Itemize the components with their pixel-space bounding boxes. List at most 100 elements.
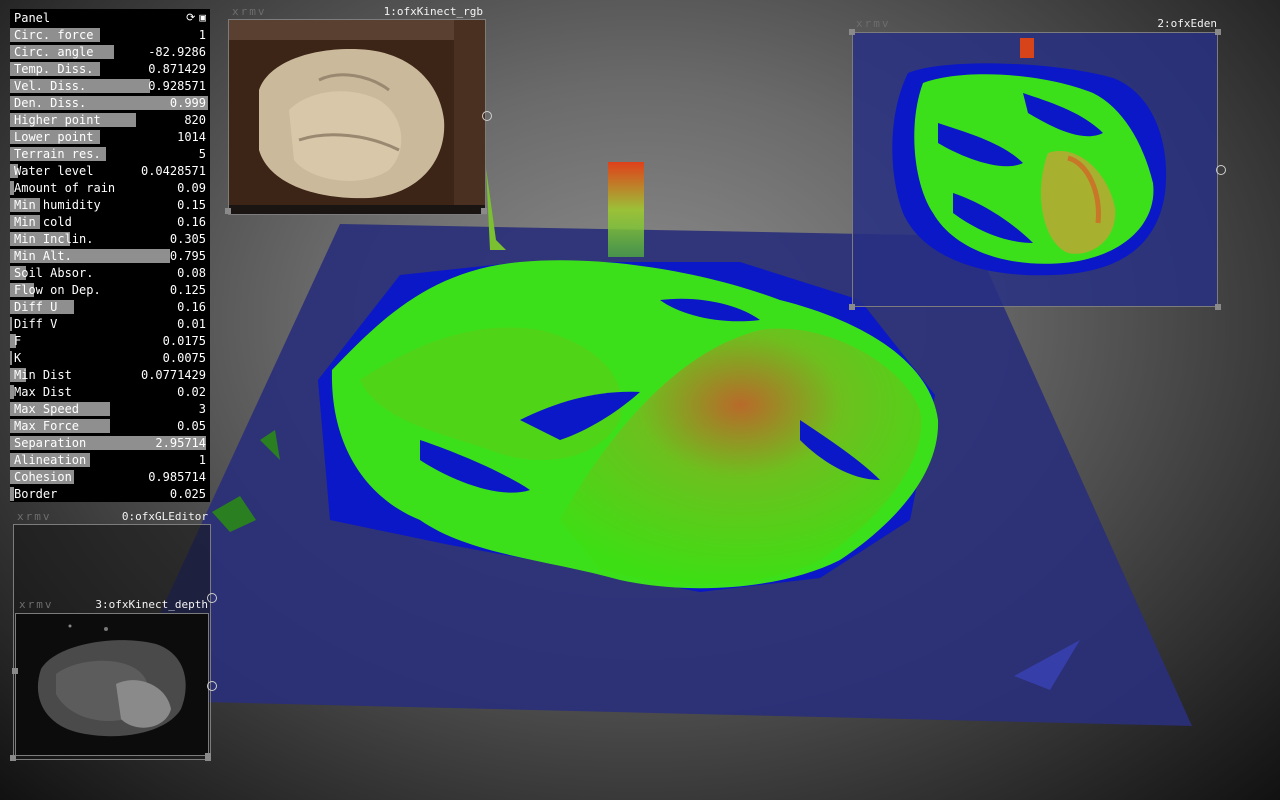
window-titlebar[interactable]: xrmv 2:ofxEden	[852, 17, 1220, 31]
refresh-icon[interactable]: ⟳	[186, 11, 195, 24]
slider-value: 0.999	[169, 96, 206, 110]
window-controls[interactable]: xrmv	[15, 598, 54, 612]
slider-label: Soil Absor.	[14, 266, 94, 280]
slider-row[interactable]: Border 0.025	[10, 485, 210, 502]
resize-handle[interactable]	[1215, 304, 1221, 310]
slider-label: Max Force	[14, 419, 80, 433]
window-title: 2:ofxEden	[1157, 17, 1217, 30]
slider-label: Separation	[14, 436, 87, 450]
window-controls[interactable]: xrmv	[852, 17, 891, 31]
slider-row[interactable]: Higher point 820	[10, 111, 210, 128]
slider-value: 1	[198, 28, 206, 42]
slider-row[interactable]: Terrain res. 5	[10, 145, 210, 162]
window-titlebar[interactable]: xrmv 3:ofxKinect_depth	[15, 598, 211, 612]
slider-row[interactable]: Diff U 0.16	[10, 298, 210, 315]
window-title: 1:ofxKinect_rgb	[383, 5, 483, 18]
slider-row[interactable]: Diff V 0.01	[10, 315, 210, 332]
window-titlebar[interactable]: xrmv 1:ofxKinect_rgb	[228, 5, 486, 19]
slider-value: -82.9286	[148, 45, 206, 59]
resize-handle[interactable]	[849, 304, 855, 310]
slider-row[interactable]: Amount of rain 0.09	[10, 179, 210, 196]
slider-value: 0.09	[177, 181, 206, 195]
resize-handle[interactable]	[12, 668, 18, 674]
kinect-rgb-window[interactable]: xrmv 1:ofxKinect_rgb	[225, 5, 492, 215]
slider-label: Higher point	[14, 113, 101, 127]
slider-value: 0.0075	[162, 351, 206, 365]
connector-node[interactable]	[1216, 165, 1226, 175]
slider-value: 1014	[177, 130, 206, 144]
slider-row[interactable]: Den. Diss. 0.999	[10, 94, 210, 111]
resize-handle[interactable]	[481, 208, 487, 214]
slider-value: 0.871429	[148, 62, 206, 76]
slider-row[interactable]: Min Alt. 0.795	[10, 247, 210, 264]
eden-window[interactable]: xrmv 2:ofxEden	[849, 17, 1226, 310]
slider-row[interactable]: Min Inclin. 0.305	[10, 230, 210, 247]
slider-label: Min humidity	[14, 198, 101, 212]
kinect-depth-image	[16, 614, 208, 755]
slider-row[interactable]: K 0.0075	[10, 349, 210, 366]
resize-handle[interactable]	[205, 753, 211, 759]
slider-fill[interactable]	[10, 317, 12, 331]
window-controls[interactable]: xrmv	[13, 510, 52, 524]
slider-label: Temp. Diss.	[14, 62, 94, 76]
slider-value: 5	[198, 147, 206, 161]
slider-value: 0.985714	[148, 470, 206, 484]
slider-label: K	[14, 351, 22, 365]
slider-row[interactable]: Water level 0.0428571	[10, 162, 210, 179]
connector-node[interactable]	[207, 681, 217, 691]
slider-row[interactable]: Max Dist 0.02	[10, 383, 210, 400]
slider-row[interactable]: Alineation 1	[10, 451, 210, 468]
slider-value: 0.0771429	[140, 368, 206, 382]
slider-value: 0.01	[177, 317, 206, 331]
slider-label: Water level	[14, 164, 94, 178]
slider-row[interactable]: Flow on Dep. 0.125	[10, 281, 210, 298]
parameter-panel: Panel ⟳ ▣ Circ. force 1 Circ. angle -82.928…	[10, 9, 210, 502]
slider-row[interactable]: Temp. Diss. 0.871429	[10, 60, 210, 77]
slider-row[interactable]: Max Speed 3	[10, 400, 210, 417]
resize-handle[interactable]	[225, 208, 231, 214]
slider-row[interactable]: Circ. force 1	[10, 26, 210, 43]
slider-row[interactable]: Min cold 0.16	[10, 213, 210, 230]
slider-row[interactable]: Soil Absor. 0.08	[10, 264, 210, 281]
slider-fill[interactable]	[10, 351, 12, 365]
slider-row[interactable]: Cohesion 0.985714	[10, 468, 210, 485]
slider-label: Amount of rain	[14, 181, 116, 195]
resize-handle[interactable]	[1215, 29, 1221, 35]
slider-label: Min Inclin.	[14, 232, 94, 246]
kinect-rgb-image	[229, 20, 485, 214]
slider-label: Den. Diss.	[14, 96, 87, 110]
kinect-depth-window[interactable]: xrmv 3:ofxKinect_depth	[12, 598, 217, 760]
slider-row[interactable]: Vel. Diss. 0.928571	[10, 77, 210, 94]
slider-row[interactable]: Min humidity 0.15	[10, 196, 210, 213]
eden-map	[892, 38, 1167, 276]
slider-value: 0.0428571	[140, 164, 206, 178]
resize-handle[interactable]	[849, 29, 855, 35]
save-icon[interactable]: ▣	[199, 11, 206, 24]
slider-label: Min Alt.	[14, 249, 72, 263]
slider-label: Max Speed	[14, 402, 80, 416]
window-controls[interactable]: xrmv	[228, 5, 267, 19]
panel-title: Panel	[14, 10, 51, 25]
slider-row[interactable]: Min Dist 0.0771429	[10, 366, 210, 383]
slider-label: Alineation	[14, 453, 87, 467]
slider-label: Terrain res.	[14, 147, 101, 161]
slider-row[interactable]: Lower point 1014	[10, 128, 210, 145]
slider-label: F	[14, 334, 22, 348]
slider-value: 0.16	[177, 215, 206, 229]
slider-row[interactable]: F 0.0175	[10, 332, 210, 349]
slider-value: 1	[198, 453, 206, 467]
slider-value: 0.305	[169, 232, 206, 246]
window-title: 0:ofxGLEditor	[121, 510, 208, 523]
connector-node[interactable]	[482, 111, 492, 121]
slider-row[interactable]: Separation 2.95714	[10, 434, 210, 451]
slider-label: Flow on Dep.	[14, 283, 101, 297]
window-title: 3:ofxKinect_depth	[95, 598, 208, 611]
panel-rows: Circ. force 1 Circ. angle -82.9286 Temp. Dis…	[10, 26, 210, 502]
slider-row[interactable]: Circ. angle -82.9286	[10, 43, 210, 60]
eden-frame	[852, 32, 1218, 307]
slider-row[interactable]: Max Force 0.05	[10, 417, 210, 434]
window-titlebar[interactable]: xrmv 0:ofxGLEditor	[13, 510, 211, 524]
terrain-peak	[608, 162, 644, 257]
slider-label: Lower point	[14, 130, 94, 144]
slider-label: Max Dist	[14, 385, 72, 399]
